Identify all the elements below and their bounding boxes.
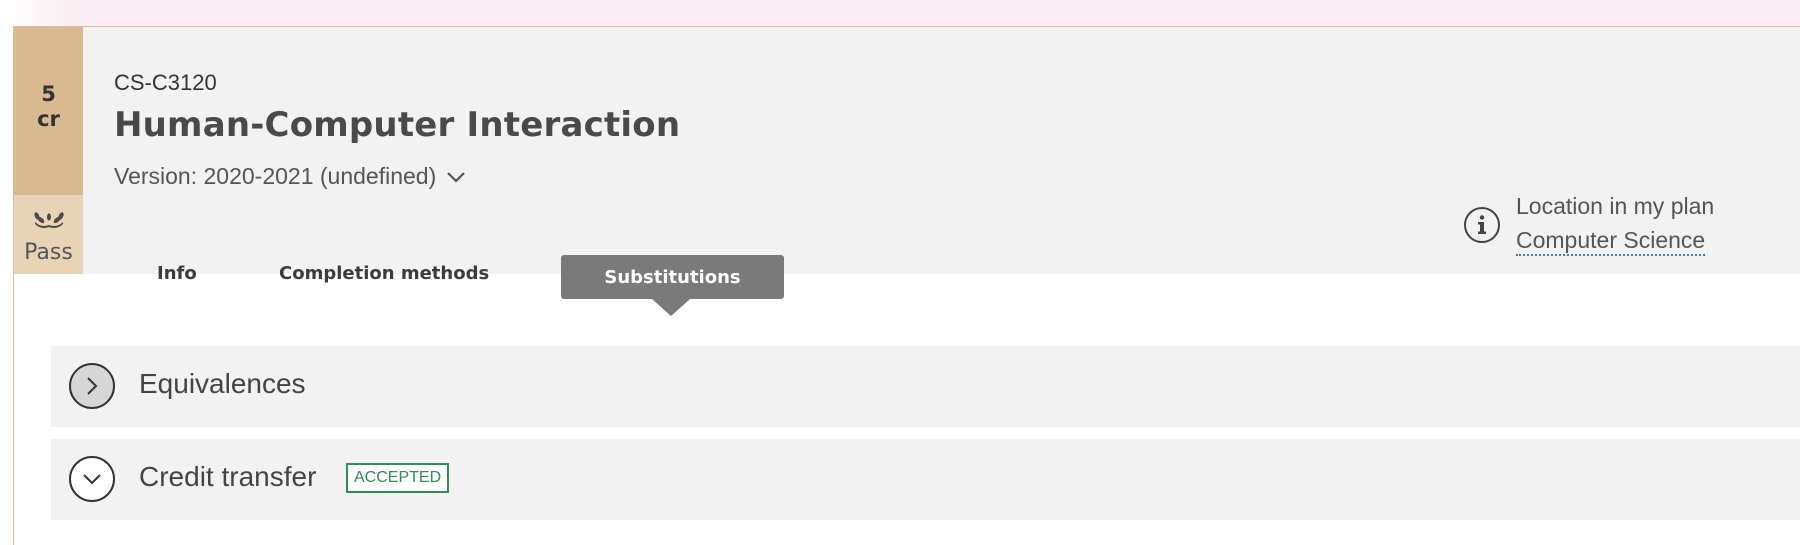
laurel-icon (34, 212, 64, 228)
grade-box: Pass (14, 195, 83, 274)
info-icon (1464, 207, 1500, 243)
active-tab-pointer (652, 299, 690, 316)
plan-location-link[interactable]: Computer Science (1516, 227, 1706, 256)
status-badge: ACCEPTED (346, 463, 450, 493)
collapse-toggle[interactable] (69, 456, 115, 502)
version-label: Version: 2020-2021 (undefined) (114, 163, 437, 189)
background-fade (0, 0, 72, 26)
chevron-down-icon (83, 474, 101, 485)
tab-completion-methods[interactable]: Completion methods (279, 263, 489, 284)
section-title: Credit transfer (139, 461, 317, 492)
chevron-right-icon (87, 377, 98, 395)
credit-box: 5 cr Pass (14, 27, 83, 274)
section-credit-transfer[interactable]: Credit transfer ACCEPTED (51, 439, 1800, 520)
chevron-down-icon (447, 171, 466, 183)
course-modal: 5 cr Pass CS-C3120 Human-Computer Intera… (13, 26, 1800, 545)
tab-info[interactable]: Info (157, 263, 197, 284)
course-header: 5 cr Pass CS-C3120 Human-Computer Intera… (14, 27, 1800, 299)
tab-substitutions[interactable]: Substitutions (561, 255, 784, 299)
plan-location-label: Location in my plan (1516, 193, 1715, 219)
page-background-strip (0, 0, 1800, 26)
course-title: Human-Computer Interaction (114, 105, 681, 145)
version-selector[interactable]: Version: 2020-2021 (undefined) (114, 163, 466, 190)
section-equivalences[interactable]: Equivalences (51, 346, 1800, 427)
credits-unit: cr (37, 107, 60, 131)
section-title: Equivalences (139, 368, 306, 399)
credits-value: 5 cr (14, 82, 83, 132)
course-code: CS-C3120 (114, 70, 217, 95)
tab-substitutions-label: Substitutions (604, 266, 741, 288)
credits-number: 5 (41, 82, 56, 106)
grade-label: Pass (24, 240, 73, 265)
expand-toggle[interactable] (69, 363, 115, 409)
